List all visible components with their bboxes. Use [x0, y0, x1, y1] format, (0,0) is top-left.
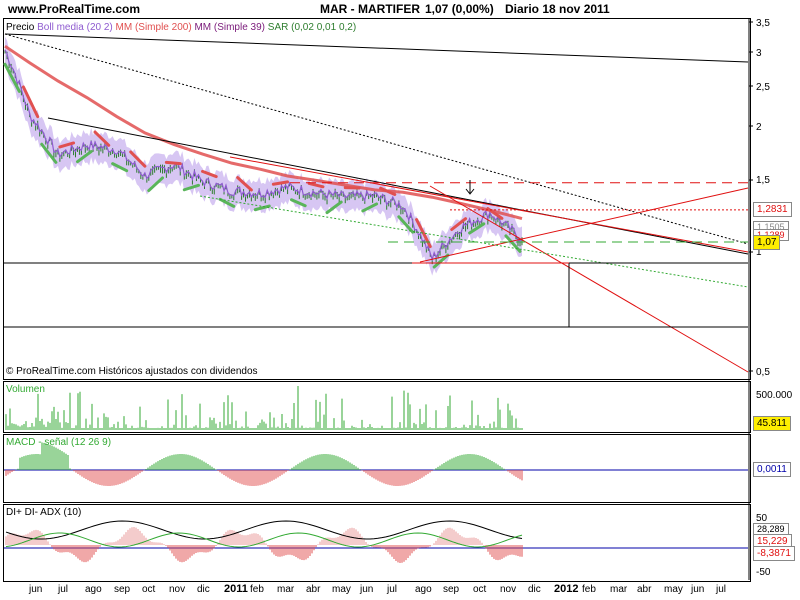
- volume-tick: 500.000: [756, 390, 793, 401]
- volume-badge: 45.811: [753, 416, 791, 431]
- x-tick-label: may: [332, 584, 351, 595]
- x-tick-label: dic: [197, 584, 210, 595]
- annotation-arrow: [465, 180, 475, 195]
- chart-canvas: [3, 18, 753, 580]
- macd-badge: 0,0011: [753, 462, 791, 477]
- trendline-red: [429, 185, 749, 373]
- y-tick: 2,5: [756, 82, 770, 93]
- x-tick-label: nov: [500, 584, 517, 595]
- x-tick-label: nov: [169, 584, 186, 595]
- y-tick: 1,5: [756, 175, 770, 186]
- y-tick: 3,5: [756, 18, 770, 29]
- trendline-dotted: [4, 33, 749, 245]
- level-badge: 1,2831: [753, 202, 792, 217]
- adx-line: [5, 520, 523, 540]
- x-tick-label: mar: [277, 584, 295, 595]
- x-tick-label: dic: [528, 584, 541, 595]
- trendline: [4, 33, 749, 63]
- y-tick: 3: [756, 48, 762, 59]
- x-tick-label: abr: [637, 584, 652, 595]
- x-tick-label: ago: [415, 584, 432, 595]
- x-tick-label: may: [664, 584, 683, 595]
- x-tick-label: jun: [360, 584, 374, 595]
- x-tick-label: feb: [582, 584, 596, 595]
- x-tick-label: oct: [473, 584, 487, 595]
- x-tick-label: sep: [443, 584, 460, 595]
- x-tick-label: oct: [142, 584, 156, 595]
- y-tick: 2: [756, 122, 762, 133]
- x-tick-label: mar: [610, 584, 628, 595]
- x-tick-label: feb: [250, 584, 264, 595]
- x-tick-label: jul: [58, 584, 69, 595]
- sar-segment: [164, 160, 182, 166]
- x-tick-label: abr: [306, 584, 321, 595]
- x-tick-label: sep: [114, 584, 131, 595]
- adx-tick: -50: [756, 567, 771, 578]
- y-tick: 0,5: [756, 367, 770, 378]
- x-tick-label: 2012: [554, 583, 579, 595]
- adx-badge: -8,3871: [753, 546, 795, 561]
- x-tick-label: jul: [716, 584, 727, 595]
- x-tick-label: 2011: [224, 583, 248, 595]
- x-tick-label: jun: [691, 584, 705, 595]
- last-price-badge: 1,07: [753, 235, 781, 250]
- x-tick-label: jul: [387, 584, 398, 595]
- x-tick-label: ago: [85, 584, 102, 595]
- x-tick-label: jun: [29, 584, 43, 595]
